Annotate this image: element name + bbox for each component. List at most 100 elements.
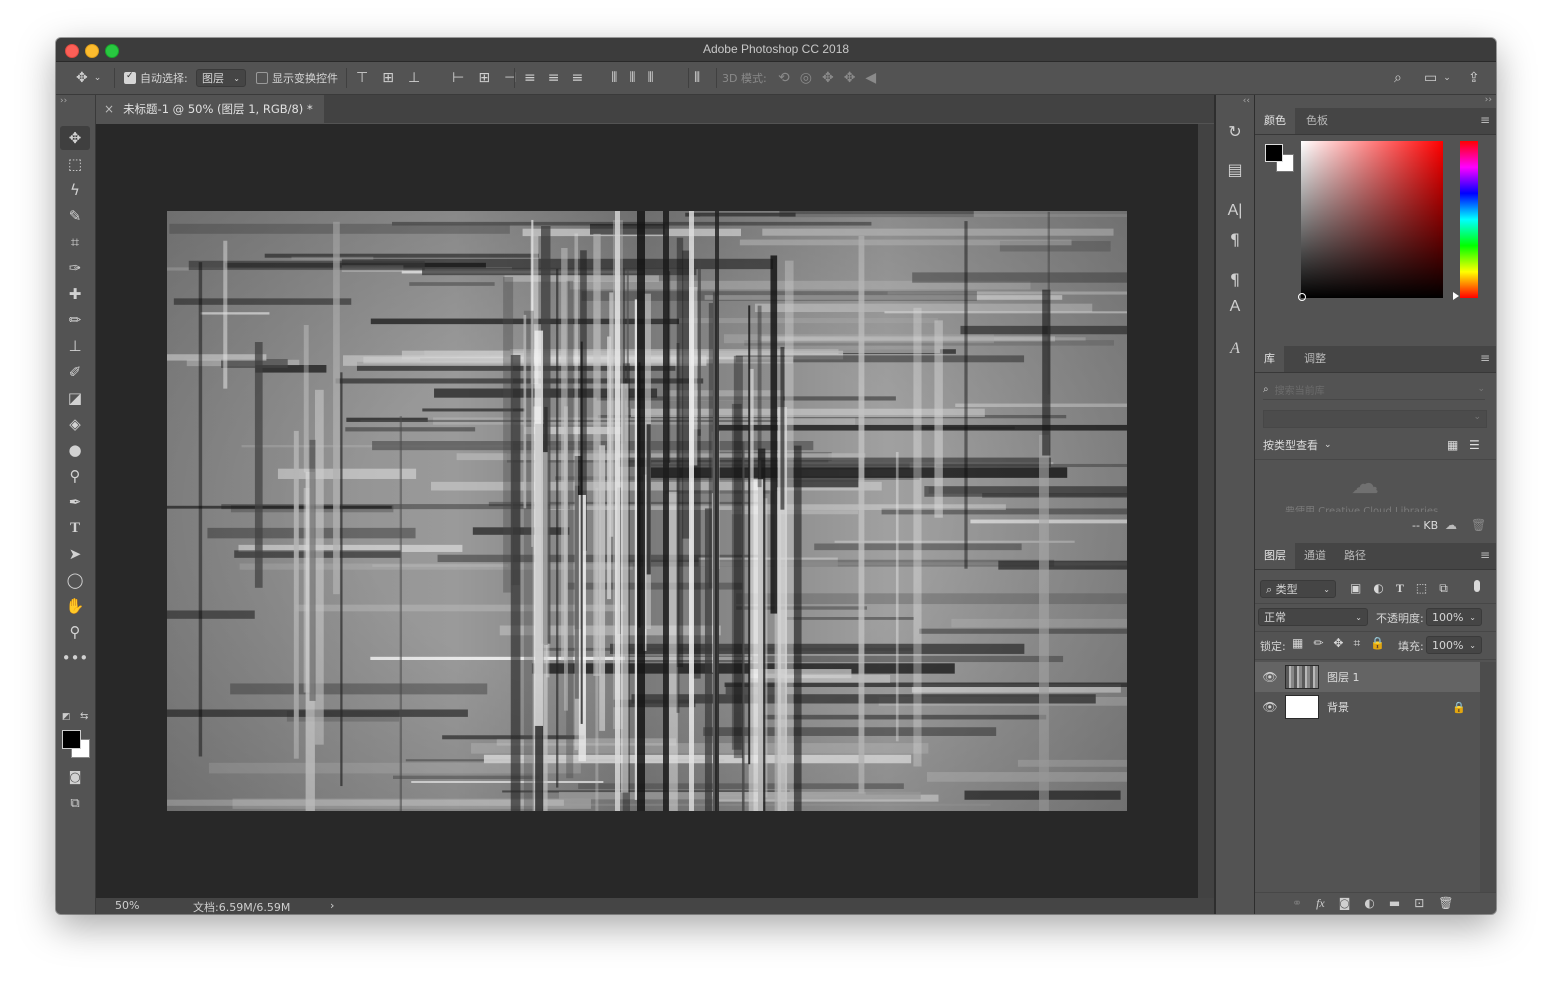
layers-scrollbar[interactable]	[1480, 662, 1496, 892]
path-select-tool[interactable]: ➤	[60, 542, 90, 566]
share-button[interactable]: ⇪	[1468, 62, 1480, 94]
workspace-button[interactable]: ▭ ⌄	[1424, 62, 1451, 94]
screen-mode-button[interactable]: ⧉	[60, 791, 90, 815]
quick-mask-button[interactable]: ◙	[60, 765, 90, 789]
distribute-hcenter-icon[interactable]: ⦀	[629, 71, 635, 85]
close-tab-icon[interactable]: ×	[104, 102, 114, 116]
panel-menu-icon[interactable]: ≡	[1480, 548, 1490, 562]
align-hcenter-icon[interactable]: ⊞	[478, 71, 490, 85]
stamp-tool[interactable]: ⊥	[60, 334, 90, 358]
lasso-tool[interactable]: ϟ	[60, 178, 90, 202]
glyphs-panel-icon[interactable]: A	[1222, 337, 1248, 361]
smart-object-filter-icon[interactable]: ⧉	[1439, 581, 1448, 596]
search-button[interactable]: ⌕	[1394, 62, 1402, 94]
slide-3d-icon[interactable]: ✥	[844, 71, 856, 85]
tab-paths[interactable]: 路径	[1335, 543, 1375, 569]
adjustment-layer-filter-icon[interactable]: ◐	[1373, 581, 1383, 596]
panel-menu-icon[interactable]: ≡	[1480, 351, 1490, 365]
grid-view-icon[interactable]: ▦	[1447, 438, 1458, 452]
tab-swatches[interactable]: 色板	[1297, 108, 1337, 134]
quick-select-tool[interactable]: ✎	[60, 204, 90, 228]
auto-select-target-dropdown[interactable]: 图层 ⌄	[196, 62, 246, 94]
crop-tool[interactable]: ⌗	[60, 230, 90, 254]
align-top-icon[interactable]: ⊤	[356, 71, 368, 85]
tab-color[interactable]: 颜色	[1255, 108, 1295, 134]
layer-name[interactable]: 背景	[1327, 699, 1349, 715]
type-tool[interactable]: T	[60, 516, 90, 540]
lock-all-icon[interactable]: 🔒	[1370, 636, 1385, 651]
paragraph-styles-icon[interactable]: ¶	[1222, 267, 1248, 291]
zoom-level[interactable]: 50%	[115, 899, 139, 912]
scale-3d-icon[interactable]: ◀	[865, 71, 876, 85]
layer-row[interactable]: 👁 图层 1	[1255, 662, 1480, 692]
color-field[interactable]	[1298, 141, 1443, 301]
view-by-type-dropdown[interactable]: 按类型查看 ⌄	[1263, 437, 1332, 453]
new-group-icon[interactable]: ▬	[1389, 896, 1400, 911]
auto-align-button[interactable]: ⦀	[694, 62, 700, 94]
hand-tool[interactable]: ✋	[60, 594, 90, 618]
zoom-tool[interactable]: ⚲	[60, 620, 90, 644]
pixel-layer-filter-icon[interactable]: ▣	[1350, 581, 1361, 596]
fx-icon[interactable]: fx	[1316, 896, 1325, 911]
marquee-tool[interactable]: ⬚	[60, 152, 90, 176]
lock-artboard-icon[interactable]: ⌗	[1353, 636, 1360, 651]
blur-tool[interactable]: ●	[60, 438, 90, 462]
character-panel-icon[interactable]: A|	[1222, 199, 1248, 223]
distribute-top-icon[interactable]: ≡	[524, 71, 536, 85]
shape-layer-filter-icon[interactable]: ⬚	[1416, 581, 1427, 596]
panel-menu-icon[interactable]: ≡	[1480, 113, 1490, 127]
library-dropdown[interactable]: ⌄	[1263, 410, 1487, 428]
lock-image-pixels-icon[interactable]: ✏	[1313, 636, 1323, 651]
hue-slider-handle[interactable]	[1453, 292, 1459, 300]
lock-position-icon[interactable]: ✥	[1333, 636, 1343, 651]
add-mask-icon[interactable]: ◙	[1339, 896, 1351, 911]
character-styles-icon[interactable]: A	[1222, 295, 1248, 319]
move-tool[interactable]: ✥	[60, 126, 90, 150]
more-tools[interactable]: •••	[60, 646, 90, 670]
pan-3d-icon[interactable]: ✥	[822, 71, 834, 85]
type-layer-filter-icon[interactable]: T	[1396, 581, 1404, 596]
opacity-field[interactable]: 100% ⌄	[1426, 608, 1482, 626]
fill-field[interactable]: 100% ⌄	[1426, 636, 1482, 654]
show-transform-checkbox[interactable]: 显示变换控件	[256, 62, 338, 94]
visibility-eye-icon[interactable]: 👁	[1255, 670, 1285, 684]
tab-layers[interactable]: 图层	[1255, 543, 1295, 569]
auto-select-checkbox[interactable]: 自动选择:	[124, 62, 188, 94]
blend-mode-dropdown[interactable]: 正常 ⌄	[1258, 608, 1368, 626]
tab-adjustments[interactable]: 调整	[1295, 346, 1335, 372]
distribute-vcenter-icon[interactable]: ≡	[548, 71, 560, 85]
new-layer-icon[interactable]: ⊡	[1414, 896, 1424, 911]
lock-transparent-pixels-icon[interactable]: ▦	[1292, 636, 1303, 651]
layer-filter-dropdown[interactable]: ⌕ 类型 ⌄	[1260, 580, 1336, 598]
pen-tool[interactable]: ✒	[60, 490, 90, 514]
tab-channels[interactable]: 通道	[1295, 543, 1335, 569]
eraser-tool[interactable]: ◪	[60, 386, 90, 410]
layer-row[interactable]: 👁 背景 🔒	[1255, 692, 1480, 722]
delete-layer-icon[interactable]: 🗑	[1438, 896, 1453, 911]
list-view-icon[interactable]: ☰	[1469, 438, 1480, 452]
roll-3d-icon[interactable]: ◎	[800, 71, 812, 85]
move-tool-preset[interactable]: ✥ ⌄	[76, 62, 101, 94]
align-bottom-icon[interactable]: ⊥	[408, 71, 420, 85]
align-vcenter-icon[interactable]: ⊞	[382, 71, 394, 85]
expand-strip-icon[interactable]: ‹‹	[1243, 96, 1250, 106]
filter-toggle-switch[interactable]	[1474, 580, 1480, 592]
paragraph-panel-icon[interactable]: ¶	[1222, 227, 1248, 251]
collapse-panels-icon[interactable]: ››	[1485, 95, 1492, 105]
distribute-left-icon[interactable]: ⦀	[611, 71, 617, 85]
default-colors-icon[interactable]: ◩	[62, 712, 71, 722]
tab-libraries[interactable]: 库	[1255, 346, 1284, 372]
color-picker-marker[interactable]	[1298, 293, 1306, 301]
trash-icon[interactable]: 🗑	[1471, 518, 1486, 532]
brush-tool[interactable]: ✏	[60, 308, 90, 332]
vertical-scrollbar[interactable]	[1198, 124, 1214, 898]
healing-tool[interactable]: ✚	[60, 282, 90, 306]
document-tab[interactable]: × 未标题-1 @ 50% (图层 1, RGB/8) *	[96, 95, 324, 123]
link-layers-icon[interactable]: ⚭	[1292, 896, 1302, 911]
adjustment-layer-icon[interactable]: ◐	[1364, 896, 1374, 911]
properties-panel-icon[interactable]: ▤	[1222, 157, 1248, 181]
paint-bucket-tool[interactable]: ◈	[60, 412, 90, 436]
swap-colors-icon[interactable]: ⇆	[80, 711, 88, 722]
layer-name[interactable]: 图层 1	[1327, 669, 1360, 685]
align-left-icon[interactable]: ⊢	[452, 71, 464, 85]
